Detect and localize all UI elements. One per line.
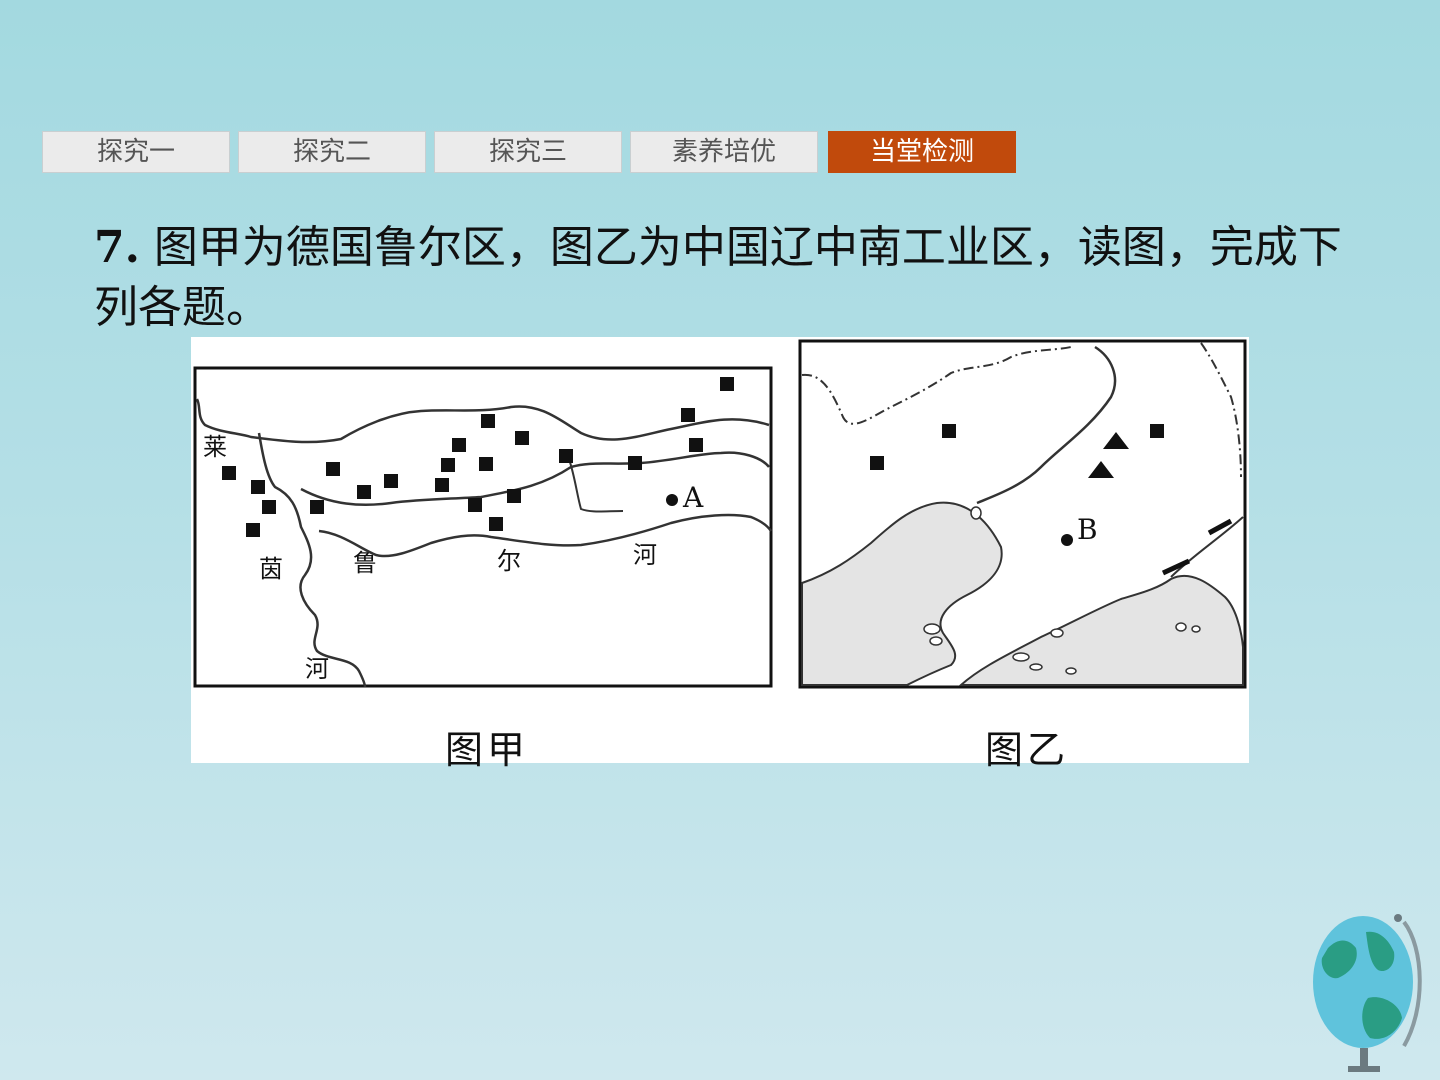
- globe-icon: [1313, 914, 1422, 1072]
- caption-map-b: 图乙: [985, 728, 1070, 772]
- tab-class-test[interactable]: 当堂检测: [828, 131, 1016, 173]
- industrial-city-marker: [559, 449, 573, 463]
- label-ruhr-1: 鲁: [353, 549, 377, 577]
- question-body: 图甲为德国鲁尔区，图乙为中国辽中南工业区，读图，完成下列各题。: [94, 222, 1342, 333]
- tab-literacy[interactable]: 素养培优: [630, 131, 818, 173]
- point-a-label: A: [682, 481, 704, 514]
- industrial-city-marker: [441, 458, 455, 472]
- industrial-city-marker: [251, 480, 265, 494]
- industrial-city-marker: [326, 462, 340, 476]
- industrial-city-marker: [507, 489, 521, 503]
- industrial-city-marker: [1150, 424, 1164, 438]
- map-figure: A 莱 茵 河 鲁 尔 河 B 图甲 图乙: [191, 337, 1249, 772]
- label-ruhr-2: 尔: [497, 547, 521, 575]
- industrial-city-marker: [435, 478, 449, 492]
- label-rhine-3: 河: [305, 655, 329, 683]
- industrial-city-marker: [681, 408, 695, 422]
- industrial-city-marker: [479, 457, 493, 471]
- question-number: 7.: [94, 222, 140, 273]
- industrial-city-marker: [720, 377, 734, 391]
- caption-map-a: 图甲: [445, 728, 530, 772]
- industrial-city-marker: [246, 523, 260, 537]
- industrial-city-marker: [262, 500, 276, 514]
- tab-explore-1[interactable]: 探究一: [42, 131, 230, 173]
- map-ruhr: A 莱 茵 河 鲁 尔 河: [193, 366, 773, 688]
- industrial-city-marker: [689, 438, 703, 452]
- point-b-marker: [1061, 534, 1073, 546]
- industrial-city-marker: [870, 456, 884, 470]
- industrial-city-marker: [357, 485, 371, 499]
- map-liaozhongnan: B: [798, 339, 1247, 689]
- industrial-city-marker: [515, 431, 529, 445]
- industrial-city-marker: [942, 424, 956, 438]
- industrial-city-marker: [452, 438, 466, 452]
- industrial-city-marker: [310, 500, 324, 514]
- question-text: 7. 图甲为德国鲁尔区，图乙为中国辽中南工业区，读图，完成下列各题。: [94, 218, 1354, 338]
- industrial-city-marker: [628, 456, 642, 470]
- industrial-city-marker: [489, 517, 503, 531]
- point-b-label: B: [1077, 513, 1098, 546]
- industrial-city-marker: [384, 474, 398, 488]
- industrial-city-marker: [481, 414, 495, 428]
- industrial-city-marker: [468, 498, 482, 512]
- point-a-marker: [666, 494, 678, 506]
- label-ruhr-3: 河: [633, 541, 657, 569]
- tab-explore-3[interactable]: 探究三: [434, 131, 622, 173]
- label-rhine-1: 莱: [203, 433, 227, 461]
- industrial-city-marker: [222, 466, 236, 480]
- tab-explore-2[interactable]: 探究二: [238, 131, 426, 173]
- label-rhine-2: 茵: [259, 555, 283, 583]
